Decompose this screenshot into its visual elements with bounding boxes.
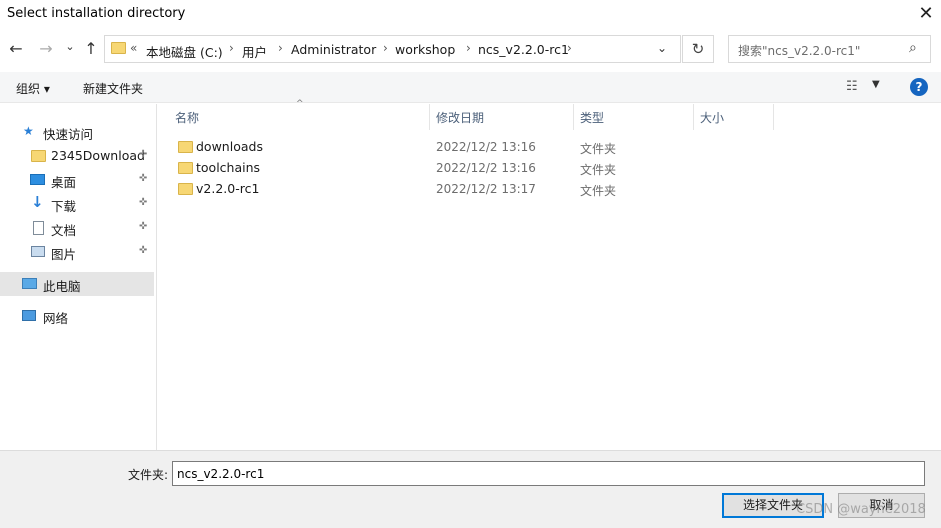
file-modified: 2022/12/2 13:17	[436, 182, 536, 196]
download-icon: ↓	[31, 193, 44, 211]
breadcrumb-item[interactable]: Administrator	[291, 42, 376, 57]
recent-locations-icon[interactable]: ⌄	[59, 36, 81, 58]
breadcrumb-item[interactable]: 用户	[242, 42, 267, 61]
up-folder-icon[interactable]: ↑	[80, 38, 102, 60]
breadcrumb-overflow[interactable]: «	[130, 41, 137, 55]
sidebar-item-label: 网络	[43, 311, 69, 326]
folder-icon	[31, 150, 46, 162]
breadcrumb-separator[interactable]: ›	[229, 41, 234, 55]
navigation-pane: ★ 快速访问 2345Download ✜ 桌面 ✜ ↓ 下载 ✜ 文档 ✜ 图…	[0, 104, 157, 450]
sidebar-item-pictures[interactable]: 图片 ✜	[0, 240, 154, 264]
search-icon[interactable]: ⌕	[909, 40, 917, 56]
document-icon	[33, 221, 44, 235]
view-options-icon[interactable]: ☷	[846, 79, 858, 94]
sidebar-item-2345download[interactable]: 2345Download ✜	[0, 144, 154, 168]
sidebar-item-label: 下载	[51, 199, 77, 214]
network-icon	[22, 310, 36, 321]
list-item[interactable]: downloads 2022/12/2 13:16 文件夹	[170, 137, 630, 158]
chevron-down-icon[interactable]: ▼	[872, 79, 880, 90]
watermark: CSDN @wayne2018	[796, 502, 926, 517]
address-bar[interactable]: « 本地磁盘 (C:) › 用户 › Administrator › works…	[104, 35, 681, 63]
sidebar-item-network[interactable]: 网络	[0, 304, 154, 328]
pictures-icon	[31, 246, 45, 257]
column-header-modified[interactable]: 修改日期	[436, 109, 484, 126]
window-title: Select installation directory	[7, 6, 186, 21]
organize-menu[interactable]: 组织 ▾	[16, 80, 50, 97]
breadcrumb-separator[interactable]: ›	[567, 41, 572, 55]
column-header-name[interactable]: 名称	[175, 109, 199, 126]
sidebar-item-this-pc[interactable]: 此电脑	[0, 272, 154, 296]
back-icon[interactable]: ←	[5, 38, 27, 60]
file-name: downloads	[196, 139, 263, 154]
column-divider[interactable]	[693, 104, 694, 130]
breadcrumb-separator[interactable]: ›	[466, 41, 471, 55]
folder-icon	[178, 183, 193, 195]
sidebar-item-label: 图片	[51, 247, 77, 262]
breadcrumb-item[interactable]: ncs_v2.2.0-rc1	[478, 42, 569, 57]
folder-icon	[178, 141, 193, 153]
new-folder-button[interactable]: 新建文件夹	[83, 80, 143, 97]
sidebar-item-documents[interactable]: 文档 ✜	[0, 216, 154, 240]
breadcrumb-item[interactable]: 本地磁盘 (C:)	[146, 42, 223, 61]
column-header-size[interactable]: 大小	[700, 109, 724, 126]
file-type: 文件夹	[580, 163, 617, 177]
desktop-icon	[30, 174, 45, 185]
pin-icon[interactable]: ✜	[139, 197, 147, 208]
folder-icon	[178, 162, 193, 174]
sidebar-item-label: 桌面	[51, 175, 77, 190]
file-modified: 2022/12/2 13:16	[436, 140, 536, 154]
pin-icon[interactable]: ✜	[139, 245, 147, 256]
sidebar-item-label: 文档	[51, 223, 77, 238]
file-name: toolchains	[196, 160, 261, 175]
title-bar: Select installation directory ✕	[0, 0, 941, 30]
toolbar: 组织 ▾ 新建文件夹 ☷ ▼ ?	[0, 72, 941, 103]
sidebar-item-label: 此电脑	[43, 279, 81, 294]
file-modified: 2022/12/2 13:16	[436, 161, 536, 175]
breadcrumb-item[interactable]: workshop	[395, 42, 455, 57]
folder-name-input[interactable]	[172, 461, 925, 486]
sidebar-item-quick-access[interactable]: ★ 快速访问	[0, 120, 154, 144]
chevron-down-icon[interactable]: ⌄	[657, 41, 667, 55]
file-type: 文件夹	[580, 142, 617, 156]
list-item[interactable]: v2.2.0-rc1 2022/12/2 13:17 文件夹	[170, 179, 630, 200]
column-divider[interactable]	[429, 104, 430, 130]
breadcrumb-separator[interactable]: ›	[383, 41, 388, 55]
computer-icon	[22, 278, 37, 289]
help-icon[interactable]: ?	[910, 78, 928, 96]
search-box[interactable]: 搜索"ncs_v2.2.0-rc1" ⌕	[728, 35, 931, 63]
close-icon[interactable]: ✕	[912, 3, 940, 27]
list-item[interactable]: toolchains 2022/12/2 13:16 文件夹	[170, 158, 630, 179]
file-type: 文件夹	[580, 184, 617, 198]
breadcrumb-separator[interactable]: ›	[278, 41, 283, 55]
star-icon: ★	[23, 124, 34, 138]
sort-ascending-icon: ^	[296, 99, 304, 109]
search-placeholder[interactable]: 搜索"ncs_v2.2.0-rc1"	[738, 42, 860, 59]
sidebar-item-desktop[interactable]: 桌面 ✜	[0, 168, 154, 192]
column-header-type[interactable]: 类型	[580, 109, 604, 126]
folder-icon	[111, 42, 126, 54]
sidebar-item-label: 快速访问	[43, 127, 94, 142]
folder-field-label: 文件夹:	[128, 468, 169, 482]
sidebar-item-downloads[interactable]: ↓ 下载 ✜	[0, 192, 154, 216]
refresh-button[interactable]: ↻	[682, 35, 714, 63]
pin-icon[interactable]: ✜	[139, 173, 147, 184]
pin-icon[interactable]: ✜	[139, 221, 147, 232]
column-divider[interactable]	[773, 104, 774, 130]
sidebar-item-label: 2345Download	[51, 148, 145, 163]
forward-icon[interactable]: →	[35, 38, 57, 60]
file-name: v2.2.0-rc1	[196, 181, 260, 196]
pin-icon[interactable]: ✜	[139, 149, 147, 160]
column-divider[interactable]	[573, 104, 574, 130]
